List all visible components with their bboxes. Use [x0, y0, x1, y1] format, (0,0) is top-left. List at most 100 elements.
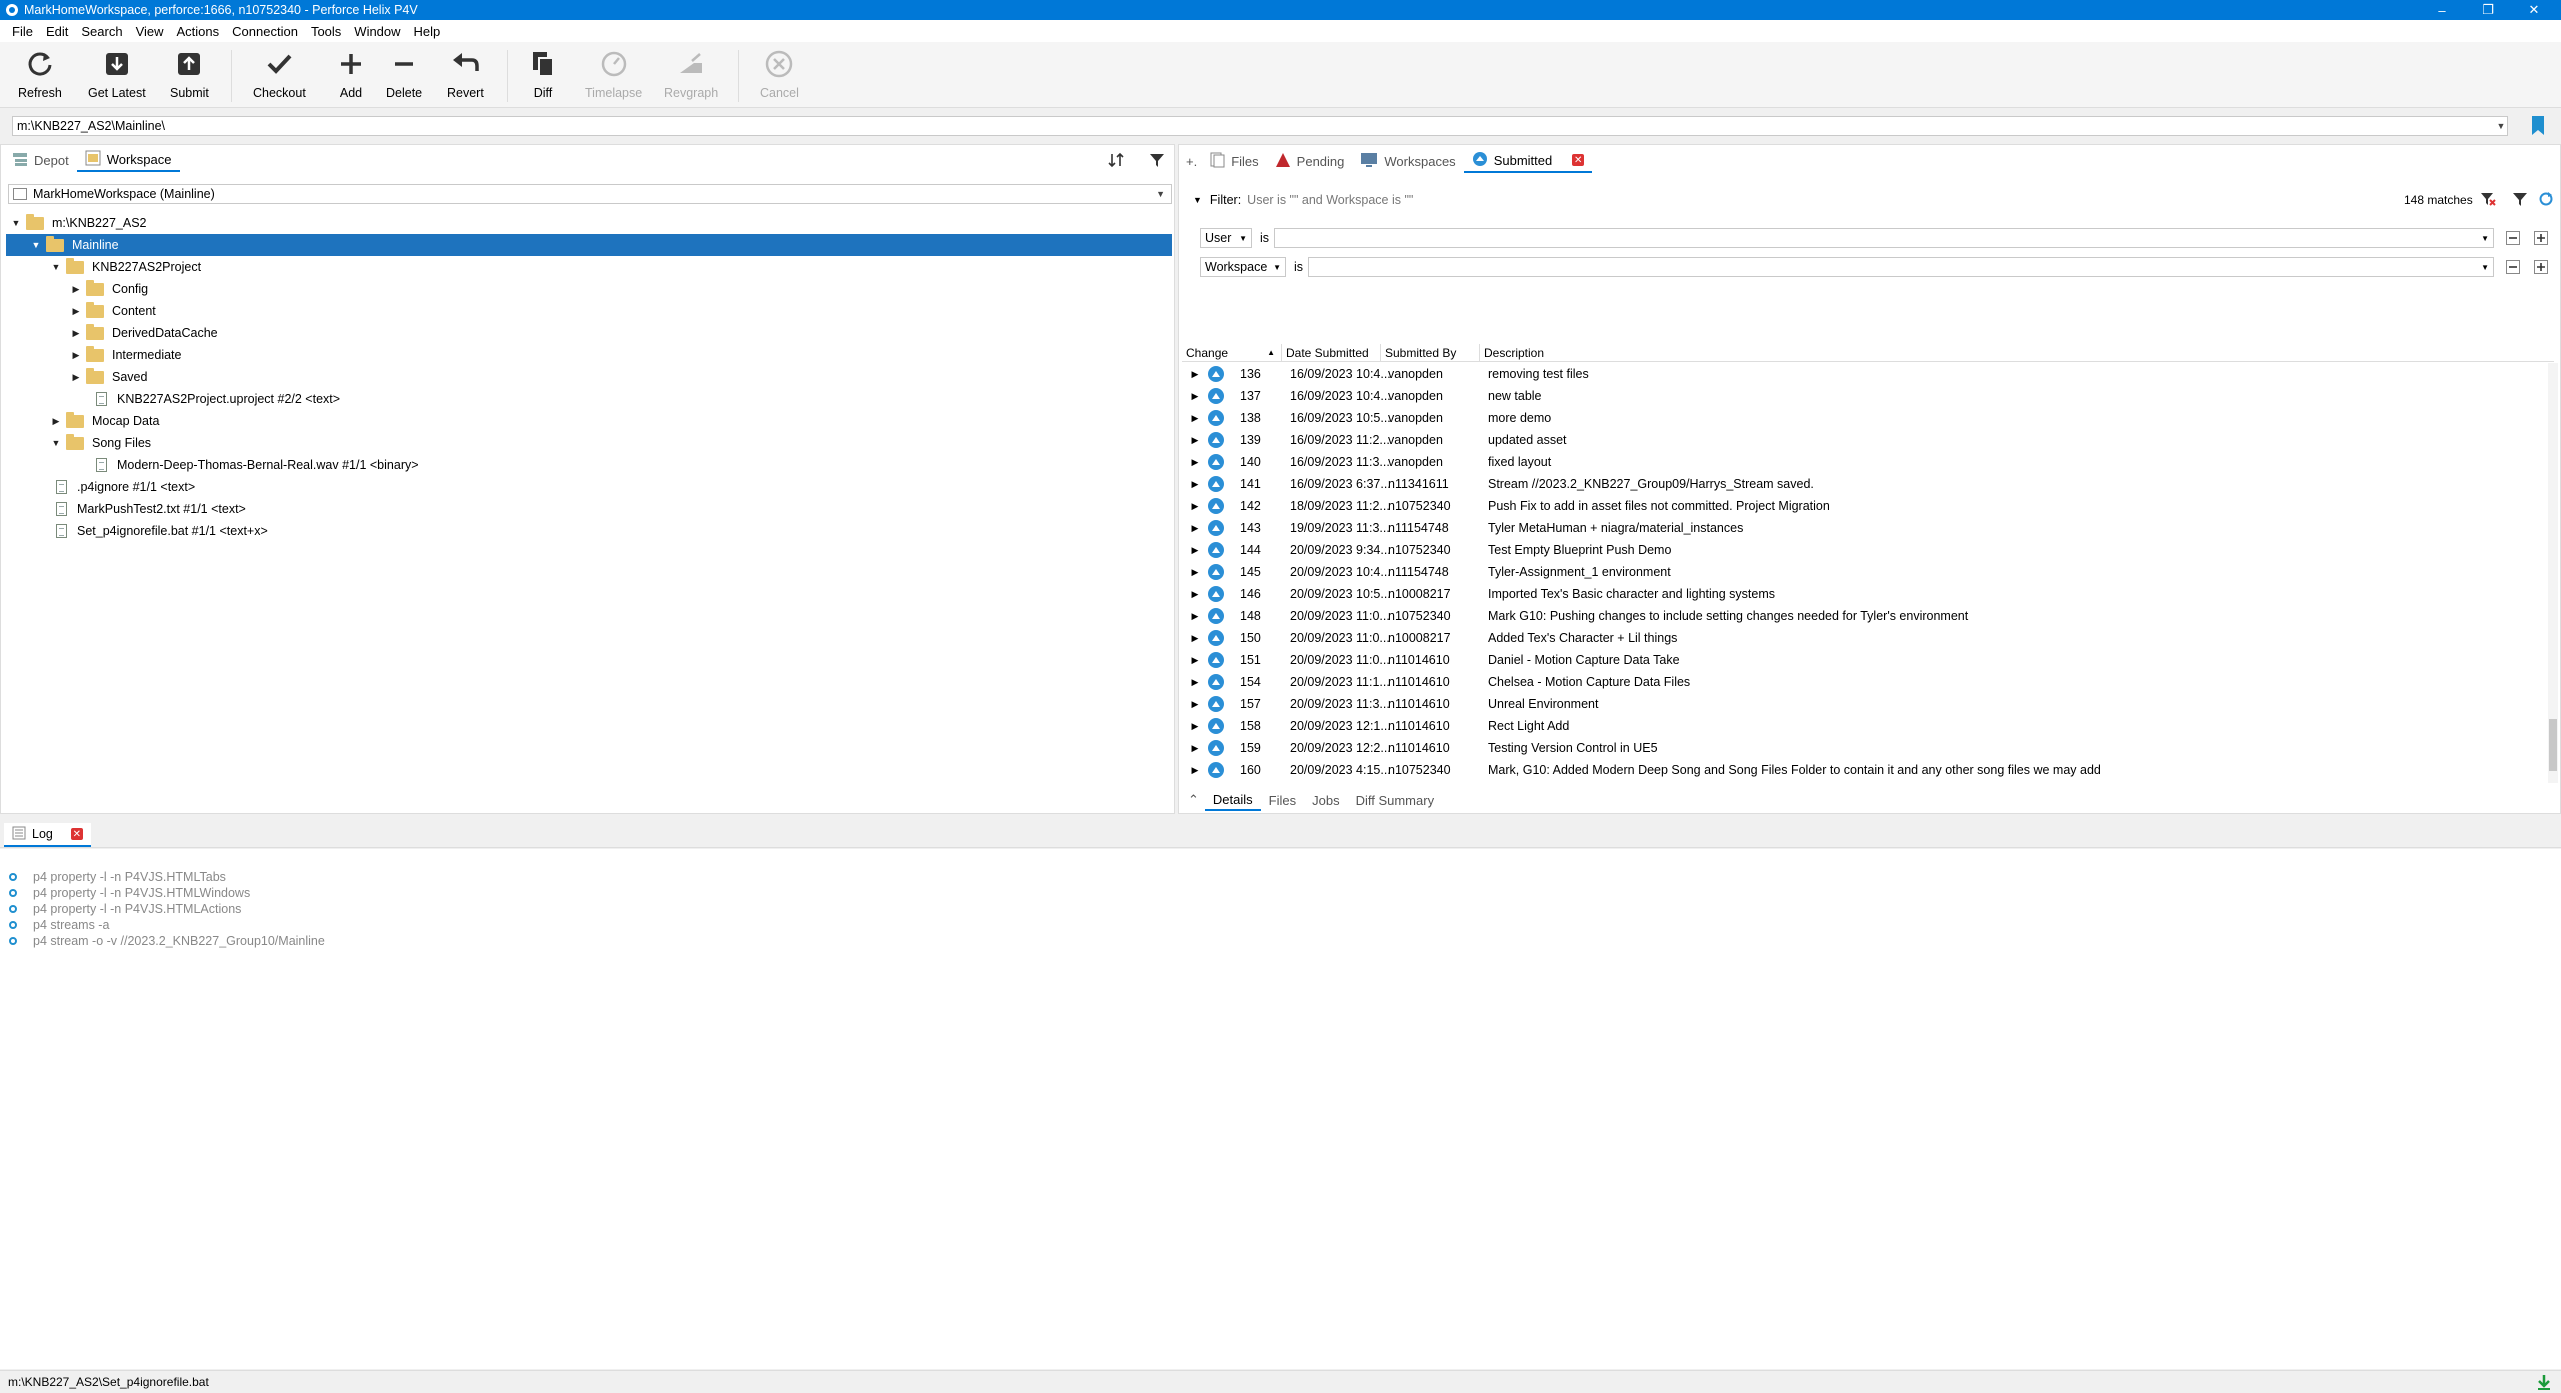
refresh-button[interactable]: Refresh — [18, 46, 62, 106]
table-row[interactable]: ▶ 150 20/09/2023 11:0... n10008217 Added Tex… — [1184, 627, 2554, 649]
expand-arrow-icon[interactable]: ▶ — [1190, 699, 1200, 710]
filter-field-workspace[interactable]: Workspace ▼ — [1200, 257, 1286, 277]
expand-arrow-icon[interactable]: ▶ — [1190, 457, 1200, 468]
expand-arrow-icon[interactable]: ▶ — [70, 305, 82, 317]
expand-arrow-icon[interactable]: ▶ — [1190, 743, 1200, 754]
expand-arrow-icon[interactable]: ▶ — [70, 349, 82, 361]
cancel-button[interactable]: Cancel — [760, 46, 799, 106]
timelapse-button[interactable]: Timelapse — [585, 46, 642, 106]
tab-pending[interactable]: Pending — [1267, 149, 1353, 173]
add-button[interactable]: Add — [333, 46, 369, 106]
get-latest-button[interactable]: Get Latest — [88, 46, 146, 106]
checkout-button[interactable]: Checkout — [253, 46, 306, 106]
expand-arrow-icon[interactable]: ▶ — [1190, 677, 1200, 688]
collapse-arrow-icon[interactable]: ▼ — [10, 217, 22, 229]
expand-arrow-icon[interactable]: ▶ — [1190, 611, 1200, 622]
close-window-button[interactable]: ✕ — [2511, 0, 2557, 20]
column-date-submitted[interactable]: Date Submitted — [1282, 343, 1381, 362]
table-row[interactable]: ▶ 143 19/09/2023 11:3... n11154748 Tyler Met… — [1184, 517, 2554, 539]
submit-button[interactable]: Submit — [170, 46, 209, 106]
expand-arrow-icon[interactable]: ▶ — [1190, 479, 1200, 490]
add-filter-button[interactable] — [2532, 257, 2550, 277]
table-row[interactable]: ▶ 138 16/09/2023 10:5... vanopden more demo — [1184, 407, 2554, 429]
tree-file-pushtest[interactable]: MarkPushTest2.txt #1/1 <text> — [6, 498, 1172, 520]
column-submitted-by[interactable]: Submitted By — [1381, 343, 1480, 362]
expand-arrow-icon[interactable]: ▶ — [1190, 435, 1200, 446]
table-row[interactable]: ▶ 160 20/09/2023 4:15... n10752340 Mark, G10… — [1184, 759, 2554, 781]
expand-arrow-icon[interactable]: ▶ — [1190, 369, 1200, 380]
workspace-selector[interactable]: MarkHomeWorkspace (Mainline) ▼ — [8, 184, 1172, 204]
tree-node-mocap-data[interactable]: ▶ Mocap Data — [6, 410, 1172, 432]
tab-diff-summary[interactable]: Diff Summary — [1348, 789, 1443, 811]
menu-search[interactable]: Search — [75, 24, 129, 39]
table-row[interactable]: ▶ 157 20/09/2023 11:3... n11014610 Unreal En… — [1184, 693, 2554, 715]
tree-file-p4ignore[interactable]: .p4ignore #1/1 <text> — [6, 476, 1172, 498]
table-row[interactable]: ▶ 144 20/09/2023 9:34... n10752340 Test Empt… — [1184, 539, 2554, 561]
table-row[interactable]: ▶ 158 20/09/2023 12:1... n11014610 Rect Ligh… — [1184, 715, 2554, 737]
menu-tools[interactable]: Tools — [305, 24, 348, 39]
remove-filter-button[interactable] — [2504, 257, 2522, 277]
table-row[interactable]: ▶ 136 16/09/2023 10:4... vanopden removing t… — [1184, 363, 2554, 385]
tree-node-config[interactable]: ▶ Config — [6, 278, 1172, 300]
revert-button[interactable]: Revert — [447, 46, 484, 106]
scrollbar-thumb[interactable] — [2549, 719, 2557, 771]
table-row[interactable]: ▶ 145 20/09/2023 10:4... n11154748 Tyler-Ass… — [1184, 561, 2554, 583]
menu-actions[interactable]: Actions — [171, 24, 227, 39]
sort-icon[interactable] — [1106, 150, 1128, 170]
menu-view[interactable]: View — [130, 24, 171, 39]
menu-help[interactable]: Help — [408, 24, 448, 39]
table-row[interactable]: ▶ 159 20/09/2023 12:2... n11014610 Testing V… — [1184, 737, 2554, 759]
expand-arrow-icon[interactable]: ▶ — [70, 371, 82, 383]
tab-details[interactable]: Details — [1204, 789, 1261, 811]
tree-node-saved[interactable]: ▶ Saved — [6, 366, 1172, 388]
collapse-arrow-icon[interactable]: ▼ — [30, 239, 42, 251]
expand-arrow-icon[interactable]: ▶ — [1190, 523, 1200, 534]
minimize-button[interactable]: – — [2419, 0, 2465, 20]
tree-file-uproject[interactable]: KNB227AS2Project.uproject #2/2 <text> — [6, 388, 1172, 410]
tab-files-detail[interactable]: Files — [1261, 789, 1304, 811]
close-tab-icon[interactable]: ✕ — [70, 828, 83, 840]
collapse-arrow-icon[interactable]: ▼ — [1193, 195, 1202, 205]
tree-node-project[interactable]: ▼ KNB227AS2Project — [6, 256, 1172, 278]
bookmark-icon[interactable] — [2530, 115, 2546, 137]
table-row[interactable]: ▶ 148 20/09/2023 11:0... n10752340 Mark G10:… — [1184, 605, 2554, 627]
tree-node-mainline[interactable]: ▼ Mainline — [6, 234, 1172, 256]
expand-arrow-icon[interactable]: ▶ — [1190, 545, 1200, 556]
menu-window[interactable]: Window — [348, 24, 407, 39]
address-path-input[interactable]: m:\KNB227_AS2\Mainline\ — [12, 116, 2508, 136]
menu-edit[interactable]: Edit — [40, 24, 75, 39]
tab-jobs[interactable]: Jobs — [1304, 789, 1347, 811]
revgraph-button[interactable]: Revgraph — [664, 46, 718, 106]
delete-button[interactable]: Delete — [386, 46, 422, 106]
refresh-filter-icon[interactable] — [2538, 191, 2554, 210]
tab-workspaces[interactable]: Workspaces — [1352, 149, 1463, 173]
chevron-down-icon[interactable]: ▼ — [2494, 116, 2508, 136]
tree-node-deriveddatacache[interactable]: ▶ DerivedDataCache — [6, 322, 1172, 344]
expand-arrow-icon[interactable]: ▶ — [1190, 633, 1200, 644]
column-change[interactable]: Change ▲ — [1182, 343, 1282, 362]
expand-arrow-icon[interactable]: ▶ — [50, 415, 62, 427]
filter-value-workspace[interactable]: ▼ — [1308, 257, 2494, 277]
tab-submitted[interactable]: Submitted ✕ — [1463, 149, 1593, 173]
collapse-arrow-icon[interactable]: ▼ — [50, 437, 62, 449]
table-row[interactable]: ▶ 141 16/09/2023 6:37... n11341611 Stream //… — [1184, 473, 2554, 495]
table-row[interactable]: ▶ 142 18/09/2023 11:2... n10752340 Push Fix … — [1184, 495, 2554, 517]
expand-arrow-icon[interactable]: ▶ — [1190, 721, 1200, 732]
expand-arrow-icon[interactable]: ▶ — [1190, 589, 1200, 600]
new-tab-button[interactable]: +. — [1182, 149, 1201, 173]
remove-filter-button[interactable] — [2504, 228, 2522, 248]
tree-file-setignore[interactable]: Set_p4ignorefile.bat #1/1 <text+x> — [6, 520, 1172, 542]
tab-files[interactable]: Files — [1201, 149, 1266, 173]
table-row[interactable]: ▶ 151 20/09/2023 11:0... n11014610 Daniel - … — [1184, 649, 2554, 671]
expand-arrow-icon[interactable]: ▶ — [70, 327, 82, 339]
collapse-details-icon[interactable]: ⌃ — [1182, 788, 1205, 812]
tree-node-intermediate[interactable]: ▶ Intermediate — [6, 344, 1172, 366]
table-row[interactable]: ▶ 139 16/09/2023 11:2... vanopden updated as… — [1184, 429, 2554, 451]
expand-arrow-icon[interactable]: ▶ — [1190, 501, 1200, 512]
tab-workspace[interactable]: Workspace — [76, 148, 180, 172]
filter-icon[interactable] — [2512, 191, 2528, 210]
expand-arrow-icon[interactable]: ▶ — [1190, 391, 1200, 402]
filter-icon[interactable] — [1146, 150, 1168, 170]
expand-arrow-icon[interactable]: ▶ — [70, 283, 82, 295]
tree-node-content[interactable]: ▶ Content — [6, 300, 1172, 322]
